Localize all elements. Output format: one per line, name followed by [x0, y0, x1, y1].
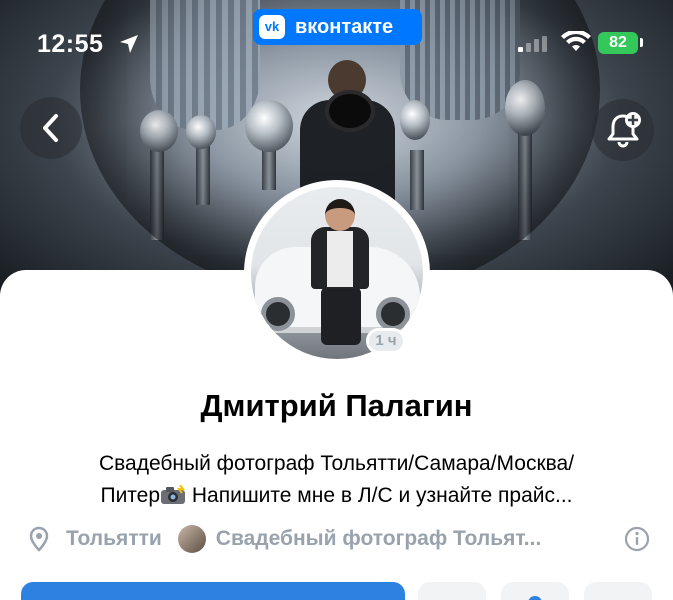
cellular-signal-icon	[518, 36, 547, 52]
location-arrow-icon	[120, 35, 138, 53]
back-button[interactable]	[20, 97, 82, 159]
vk-app-badge: vk вконтакте	[253, 9, 422, 45]
status-time: 12:55	[37, 30, 104, 58]
camera-flash-emoji-icon	[160, 483, 186, 504]
profile-name: Дмитрий Палагин	[200, 388, 473, 423]
avatar-person-head	[325, 199, 355, 231]
avatar-car-wheel	[376, 297, 410, 331]
bell-plus-icon	[607, 112, 641, 148]
status-line-2-start: Питер	[100, 484, 161, 507]
avatar-car-wheel	[261, 297, 295, 331]
info-icon[interactable]	[624, 526, 650, 552]
avatar-person-shirt	[327, 231, 353, 287]
group-avatar[interactable]	[177, 525, 206, 553]
primary-action-button[interactable]	[21, 582, 405, 600]
chevron-left-icon	[43, 114, 58, 142]
status-line-2-end: Напишите мне в Л/С и узнайте прайс...	[186, 484, 573, 507]
vk-logo-icon: vk	[259, 15, 285, 39]
battery-indicator: 82	[598, 32, 638, 54]
battery-tip	[640, 38, 643, 47]
vk-app-label: вконтакте	[295, 15, 394, 38]
secondary-action-button[interactable]	[418, 582, 486, 600]
profile-status[interactable]: Свадебный фотограф Тольятти/Самара/Москв…	[0, 448, 673, 512]
secondary-action-button[interactable]	[501, 582, 569, 600]
last-seen-badge: 1 ч	[366, 328, 406, 354]
profile-city[interactable]: Тольятти	[66, 527, 162, 551]
more-action-button[interactable]	[584, 582, 652, 600]
location-pin-icon	[29, 526, 49, 552]
avatar-person-legs	[321, 287, 361, 345]
status-line-1: Свадебный фотограф Тольятти/Самара/Москв…	[98, 452, 575, 475]
subscribe-notifications-button[interactable]	[592, 99, 654, 161]
wifi-icon	[561, 31, 591, 51]
status-line-2: Питер Напишите мне в Л/С и узнайте прайс…	[0, 480, 673, 512]
profile-group-link[interactable]: Свадебный фотограф Тольят...	[216, 527, 616, 551]
action-icon	[528, 596, 542, 600]
profile-info-row: Тольятти Свадебный фотограф Тольят...	[28, 523, 650, 555]
